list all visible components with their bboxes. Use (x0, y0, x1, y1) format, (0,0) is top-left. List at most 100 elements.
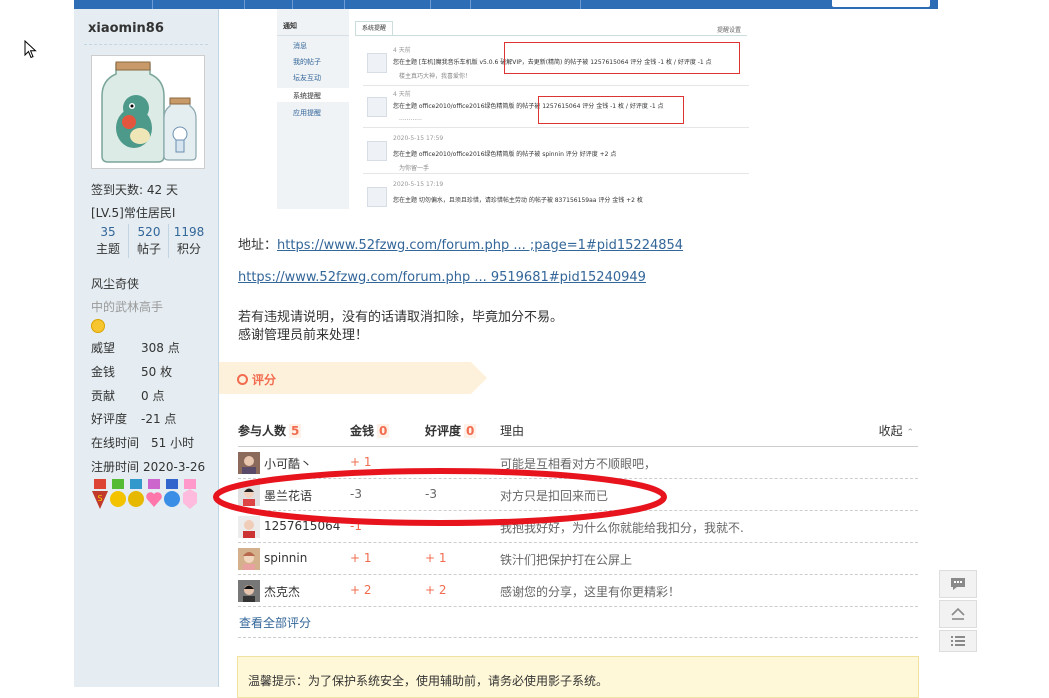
notice-quote: 楼主真巧大神，我喜爱你！ (399, 73, 472, 80)
col-participants: 参与人数 5 (238, 422, 302, 439)
avatar-image (238, 484, 260, 506)
money-value: -3 (350, 487, 362, 501)
notice-icon (367, 187, 387, 207)
rating-reason: 可能是互相看对方不顺眼吧， (500, 457, 657, 471)
nav-tab[interactable] (430, 0, 471, 9)
rating-reason: 感谢您的分享，这里有你更精彩！ (500, 585, 681, 599)
prop-reputation: 好评度 -21 点 (91, 410, 176, 427)
rep-value: + 2 (425, 583, 447, 597)
embedded-nav-item: 系统提醒 (293, 92, 321, 100)
notice-text: 您在主题 office2010/office2016绿色精简版 的帖子被 spi… (393, 151, 617, 158)
prop-register-time: 注册时间 2020-3-26 (91, 458, 205, 475)
avatar[interactable] (238, 452, 260, 474)
tip-box: 温馨提示：为了保护系统安全，使用辅助前，请务必使用影子系统。 (237, 656, 919, 698)
rater-name[interactable]: 杰克杰 (264, 583, 300, 600)
prop-value: 50 枚 (141, 365, 173, 379)
rep-value: + 1 (425, 551, 447, 565)
avatar-image (92, 56, 204, 168)
nav-tab[interactable] (470, 0, 581, 9)
embedded-tab: 系统提醒 (355, 21, 393, 36)
username[interactable]: xiaomin86 (88, 21, 164, 36)
nav-tab[interactable] (152, 0, 245, 9)
rating-row: 墨兰花语 -3 -3 对方只是扣回来而已 (238, 479, 918, 510)
highlight-box (504, 42, 740, 74)
nav-tab[interactable] (74, 0, 153, 9)
medal-icon[interactable] (181, 479, 199, 511)
post-link[interactable]: https://www.52fzwg.com/forum.php ... ;pa… (277, 238, 683, 253)
login-button[interactable] (832, 0, 930, 7)
notice-time: 4 天前 (393, 47, 411, 54)
prop-prestige: 威望 308 点 (91, 339, 180, 356)
stat-label: 帖子 (136, 242, 161, 256)
notice-text: 您在主题 切勿偏水，且须且珍惜，请珍惜帖主劳动 的帖子被 837156159aa… (393, 197, 643, 204)
arrow-up-icon (951, 607, 965, 620)
rater-name[interactable]: 小可酷丶 (264, 455, 312, 472)
address-line-2: https://www.52fzwg.com/forum.php ... 951… (238, 270, 646, 285)
notice-icon (367, 53, 387, 73)
nav-tab[interactable] (292, 0, 345, 9)
divider (355, 35, 747, 36)
address-line-1: 地址：https://www.52fzwg.com/forum.php ... … (238, 234, 683, 253)
stat-credits[interactable]: 1198 积分 (168, 224, 209, 258)
user-stats: 35 主题 520 帖子 1198 积分 (88, 224, 208, 260)
prop-value: 308 点 (141, 341, 180, 355)
col-label: 金钱 (350, 424, 375, 438)
rater-name[interactable]: 墨兰花语 (264, 487, 312, 504)
avatar[interactable] (238, 580, 260, 602)
rating-title-text: 评分 (252, 373, 277, 387)
rating-title: 评分 (237, 371, 276, 388)
money-value: + 2 (350, 583, 372, 597)
medal-icon[interactable] (145, 479, 163, 511)
divider (238, 606, 918, 607)
post-text: 感谢管理员前来处理！ (238, 328, 369, 343)
collapse-button[interactable]: 收起 ⌃ (879, 422, 914, 439)
money-value: + 1 (350, 455, 372, 469)
medal-icon[interactable] (109, 479, 127, 511)
nav-tab[interactable] (344, 0, 431, 9)
avatar[interactable] (238, 516, 260, 538)
post-link[interactable]: https://www.52fzwg.com/forum.php ... 951… (238, 270, 646, 285)
avatar[interactable] (238, 484, 260, 506)
medal-icon[interactable] (127, 479, 145, 511)
medal-icon[interactable]: S (91, 479, 109, 511)
back-to-top-button[interactable] (939, 600, 977, 628)
list-button[interactable] (939, 630, 977, 652)
stat-value: 35 (100, 225, 116, 239)
user-level[interactable]: [LV.5]常住居民I (91, 204, 175, 221)
rating-reason: 我抱我好好，为什么你就能给我扣分，我就不. (500, 521, 744, 535)
col-money: 金钱 0 (350, 422, 390, 439)
embedded-sidebar-title: 通知 (283, 22, 297, 30)
stat-posts[interactable]: 520 帖子 (128, 224, 169, 258)
money-value: -1 (350, 519, 362, 533)
prop-online-time: 在线时间 51 小时 (91, 434, 194, 451)
rating-section-header: 评分 (219, 362, 487, 394)
user-rank: 中的武林高手 (91, 300, 164, 314)
divider (238, 637, 918, 638)
rater-name[interactable]: 1257615064 (264, 519, 340, 533)
view-all-ratings-link[interactable]: 查看全部评分 (239, 614, 311, 631)
checkin-days: 签到天数: 42 天 (91, 183, 178, 197)
rating-row: 1257615064 -1 我抱我好好，为什么你就能给我扣分，我就不. (238, 511, 918, 542)
avatar-image (238, 580, 260, 602)
rater-name[interactable]: spinnin (264, 551, 307, 565)
circle-icon (237, 374, 248, 385)
divider (84, 44, 208, 45)
prop-key: 威望 (91, 341, 116, 355)
divider (277, 35, 349, 36)
comment-button[interactable] (939, 570, 977, 598)
count-badge: 0 (464, 424, 477, 438)
notice-time: 2020-5-15 17:19 (393, 181, 444, 188)
nav-tab[interactable] (244, 0, 293, 9)
avatar[interactable] (91, 55, 205, 169)
list-icon (951, 636, 965, 646)
avatar[interactable] (238, 548, 260, 570)
prop-value: -21 点 (141, 412, 177, 426)
prop-value: 2020-3-26 (143, 460, 206, 474)
count-badge: 5 (289, 424, 302, 438)
notice-time: 4 天前 (393, 91, 411, 98)
stat-threads[interactable]: 35 主题 (88, 224, 128, 258)
embedded-sidebar: 通知 消息 我的帖子 坛友互动 系统提醒 应用提醒 (277, 9, 349, 209)
medal-icon[interactable] (163, 479, 181, 511)
embedded-settings-link: 提醒设置 (717, 27, 742, 34)
prop-value: 51 小时 (151, 436, 195, 450)
